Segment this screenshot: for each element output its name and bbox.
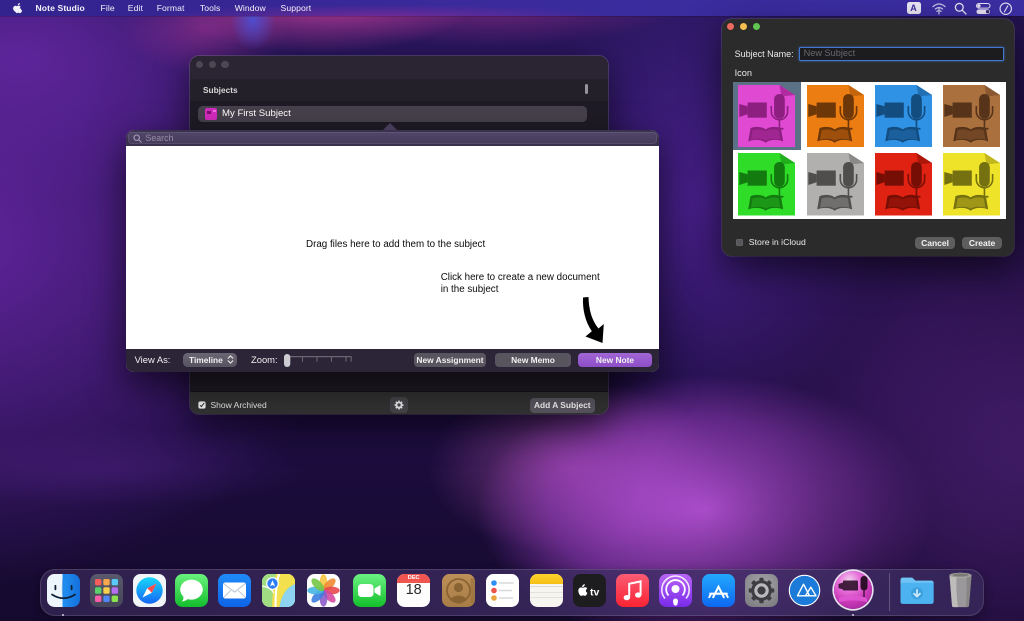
svg-text:tv: tv xyxy=(590,587,599,599)
